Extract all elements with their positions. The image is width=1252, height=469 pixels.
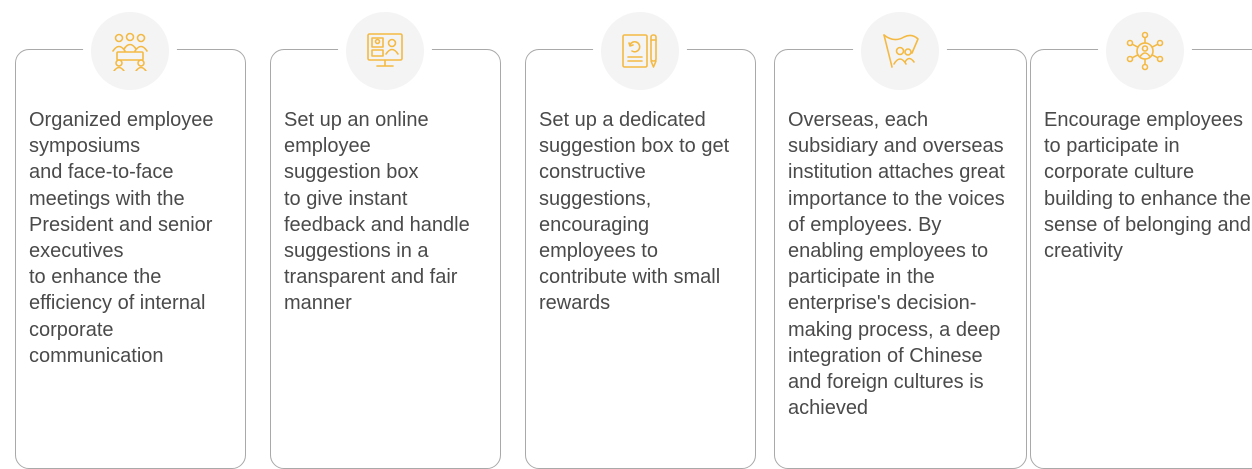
online-suggestion-icon [346, 12, 424, 90]
card-text: Set up an online employee suggestion box… [284, 109, 470, 315]
card-symposiums: Organized employee symposiums and face-t… [15, 49, 246, 469]
card-text: Encourage employees to participate in co… [1044, 109, 1252, 263]
meeting-icon [91, 12, 169, 90]
card-text: Set up a dedicated suggestion box to get… [539, 109, 730, 315]
card-online-suggestion: Set up an online employee suggestion box… [270, 49, 501, 469]
suggestion-box-icon [601, 12, 679, 90]
card-overseas: Overseas, each subsidiary and overseas i… [774, 49, 1027, 469]
card-text: Organized employee symposiums and face-t… [29, 109, 214, 367]
card-text: Overseas, each subsidiary and overseas i… [788, 109, 1005, 420]
card-corporate-culture: Encourage employees to participate in co… [1030, 49, 1252, 469]
card-suggestion-box: Set up a dedicated suggestion box to get… [525, 49, 756, 469]
network-people-icon [1106, 12, 1184, 90]
flag-people-icon [861, 12, 939, 90]
